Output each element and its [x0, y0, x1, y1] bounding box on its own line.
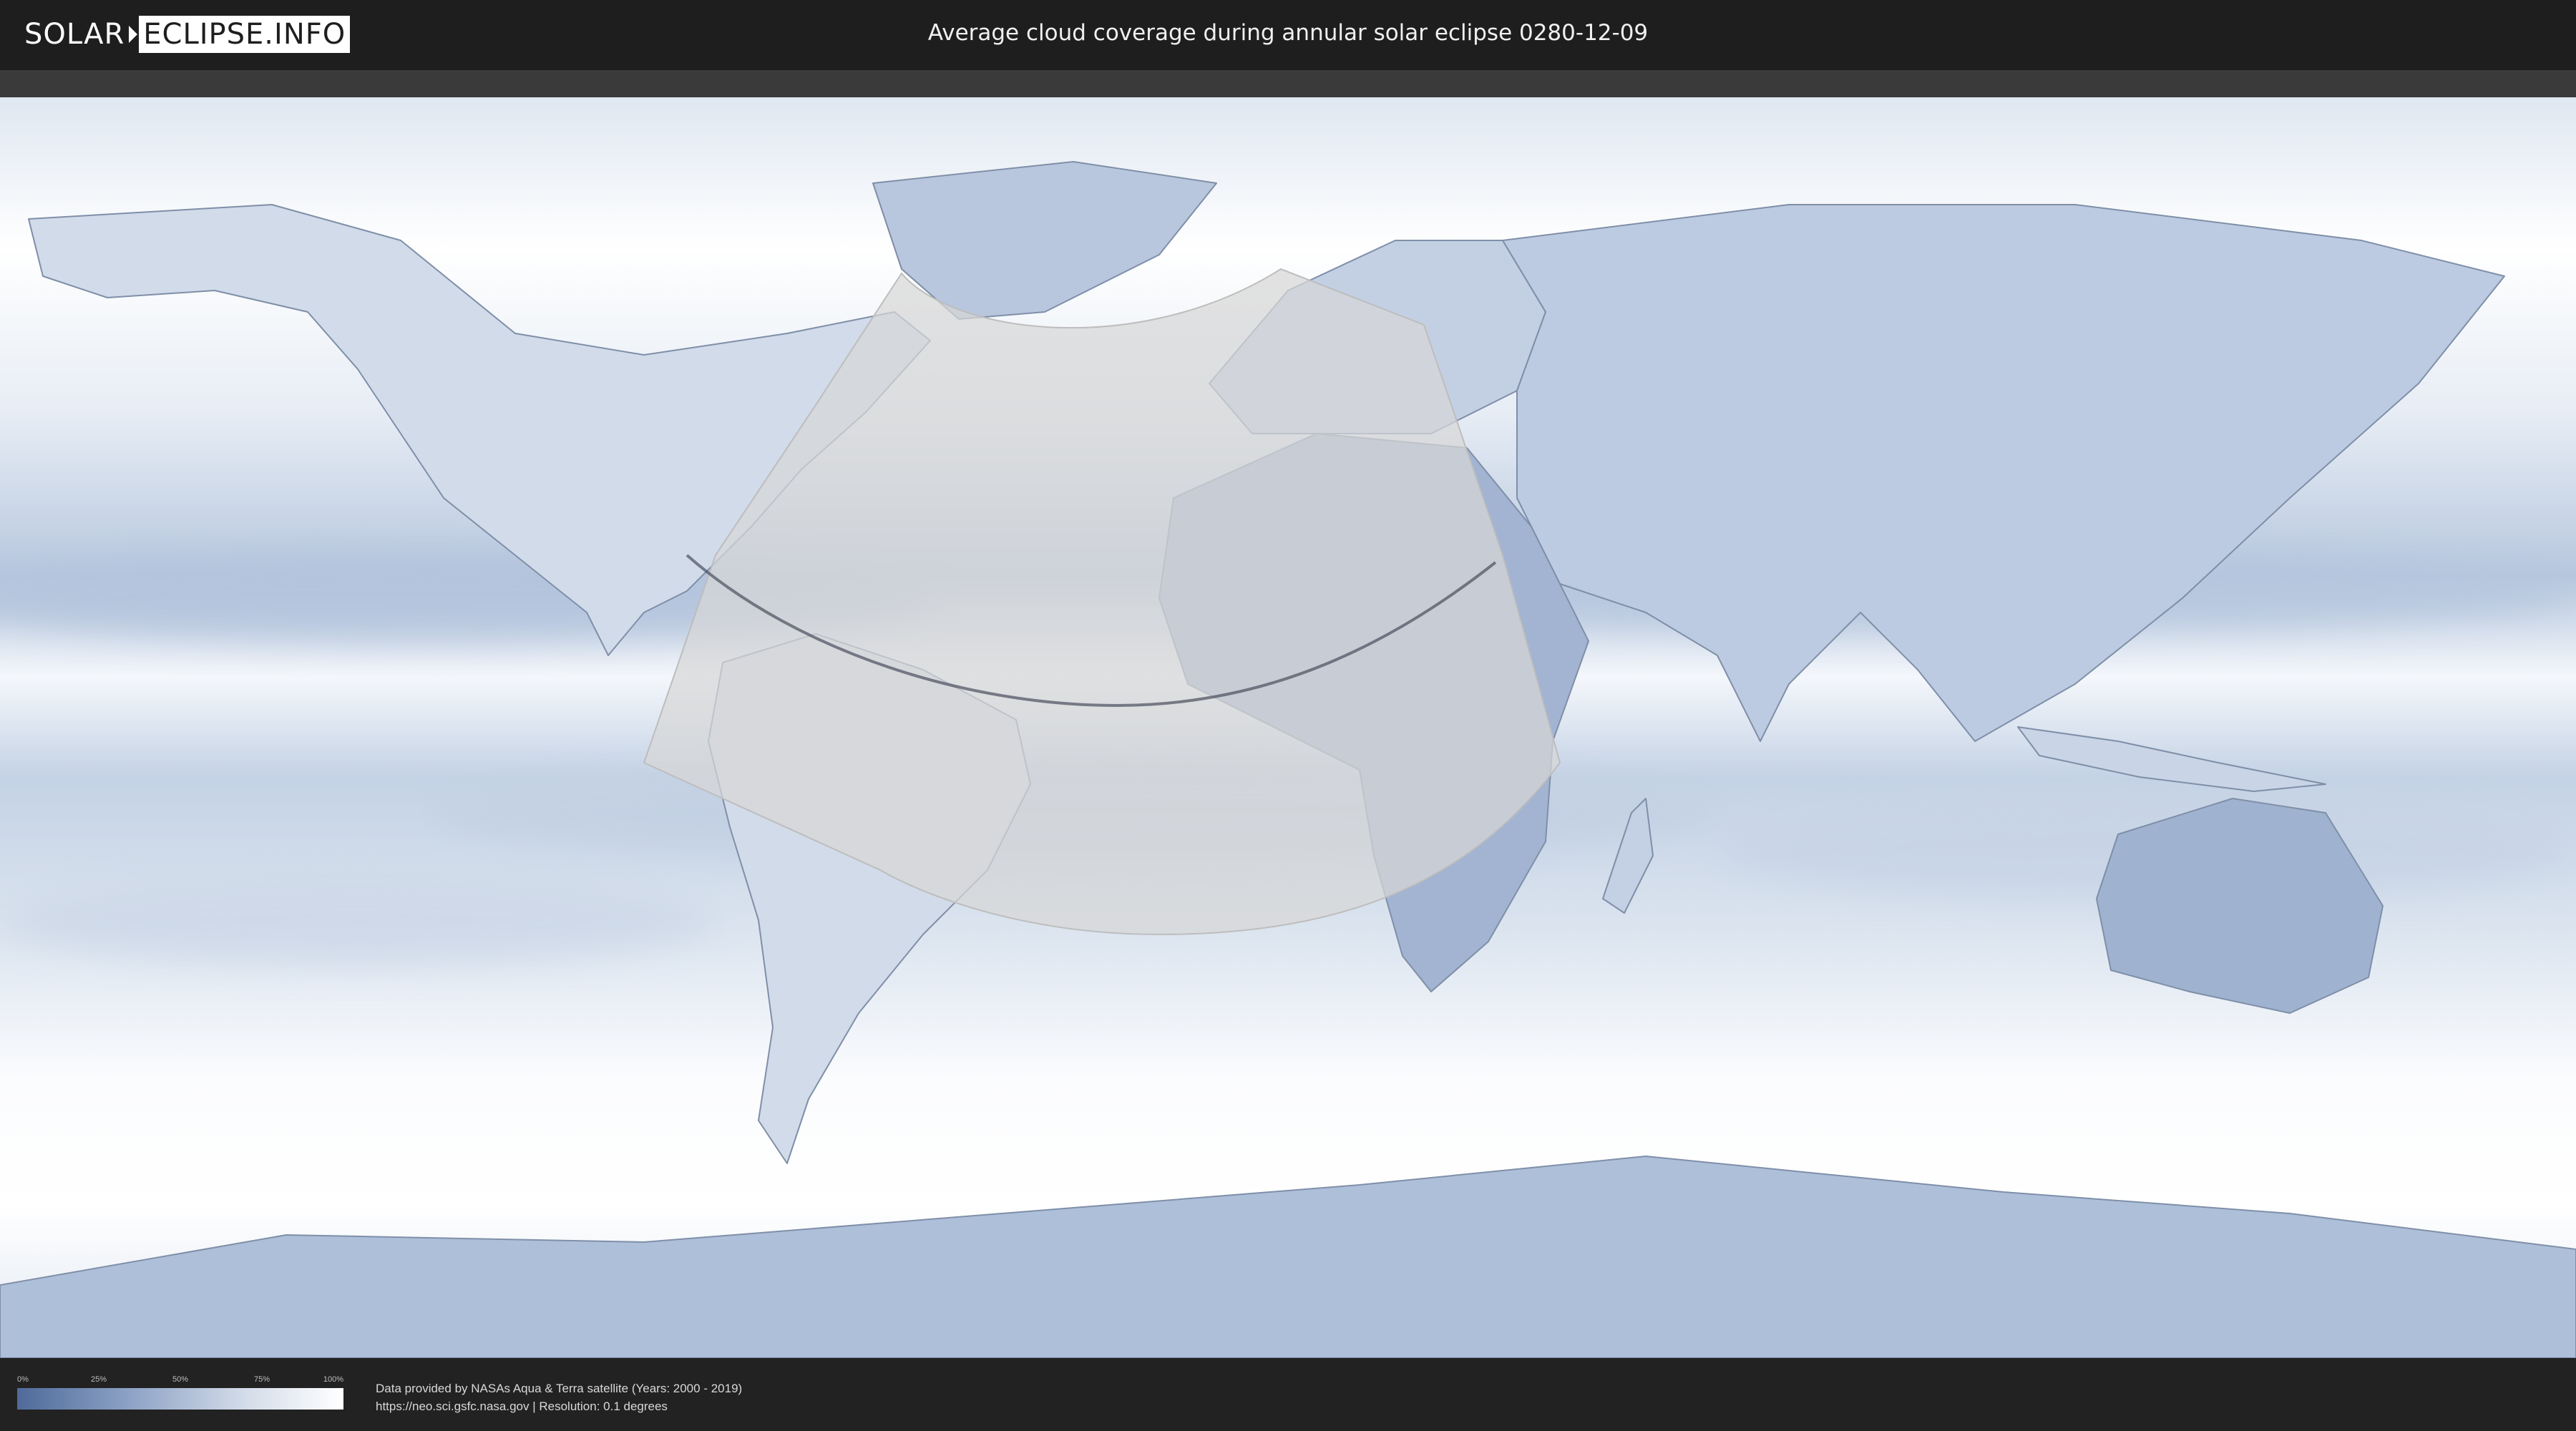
legend-color-bar	[17, 1388, 343, 1410]
header-bar: SOLAR ECLIPSE.INFO Average cloud coverag…	[0, 0, 2576, 70]
cloud-coverage-legend: 0% 25% 50% 75% 100%	[17, 1375, 343, 1410]
credit-line-source: Data provided by NASAs Aqua & Terra sate…	[376, 1382, 743, 1395]
cloud-coverage-world-map	[0, 97, 2576, 1358]
legend-tick-label: 25%	[90, 1375, 107, 1384]
page-title: Average cloud coverage during annular so…	[927, 20, 1649, 46]
data-credits: Data provided by NASAs Aqua & Terra sate…	[376, 1379, 742, 1415]
legend-ticks: 0% 25% 50% 75% 100%	[17, 1375, 343, 1385]
legend-tick-label: 50%	[172, 1375, 189, 1384]
legend-tick-label: 100%	[323, 1375, 344, 1384]
credit-line-url[interactable]: https://neo.sci.gsfc.nasa.gov | Resoluti…	[376, 1397, 742, 1415]
legend-tick-label: 75%	[253, 1375, 270, 1384]
map-top-border	[0, 70, 2576, 97]
legend-tick-label: 0%	[17, 1375, 29, 1384]
